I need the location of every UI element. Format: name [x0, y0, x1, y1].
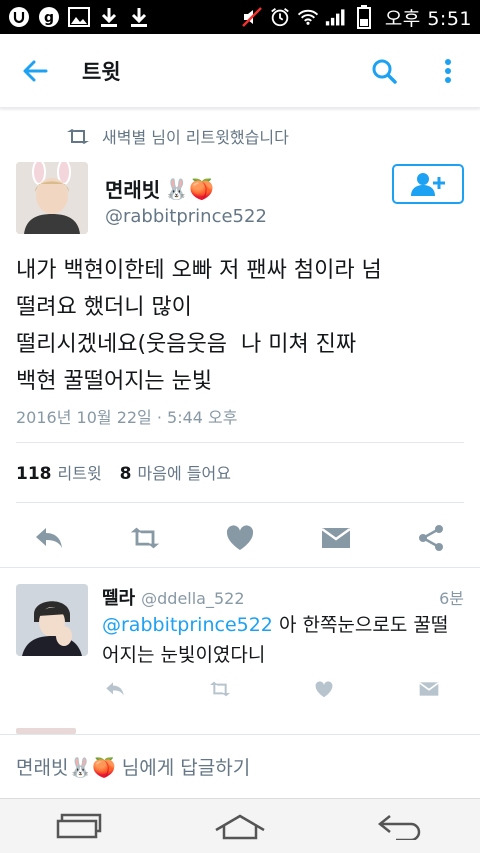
- reply-author-handle[interactable]: @ddella_522: [141, 589, 244, 608]
- arrow-left-icon: [23, 60, 48, 81]
- reply-composer[interactable]: 면래빗🐰🍑 님에게 답글하기: [0, 734, 480, 798]
- author-name[interactable]: 면래빗 🐰🍑: [105, 174, 214, 203]
- page-title: 트윗: [82, 59, 121, 84]
- recent-apps-button[interactable]: [40, 801, 120, 851]
- follow-user-icon: [411, 173, 445, 196]
- reply-mention-link[interactable]: @rabbitprince522: [102, 614, 273, 636]
- retweet-count-label: 리트윗: [57, 464, 102, 483]
- retweet-count[interactable]: 118: [16, 464, 52, 484]
- reply-tweet[interactable]: 뗄라 @ddella_522 6분 @rabbitprince522 아 한쪽눈…: [16, 584, 464, 704]
- author-name-emoji: 🐰🍑: [164, 176, 215, 201]
- retweet-icon: [130, 527, 159, 549]
- envelope-icon: [320, 527, 351, 548]
- author-name-text: 면래빗: [105, 178, 161, 202]
- more-vertical-icon: [445, 58, 451, 83]
- like-button[interactable]: [223, 521, 257, 555]
- svg-text:g: g: [44, 10, 54, 26]
- reply-message-button[interactable]: [416, 678, 442, 700]
- tweet-author: 면래빗 🐰🍑 @rabbitprince522: [16, 162, 464, 236]
- retweet-icon: [209, 681, 230, 697]
- like-count[interactable]: 8: [120, 464, 132, 484]
- back-button[interactable]: [0, 34, 70, 108]
- status-bar: g 오후 5:51: [0, 0, 480, 34]
- retweet-context-text: 새벽별 님이 리트윗했습니다: [102, 128, 289, 147]
- back-arrow-icon: [377, 815, 421, 840]
- heart-icon: [226, 525, 254, 550]
- download-icon-2: [128, 6, 150, 28]
- signal-icon: [325, 6, 347, 28]
- wifi-icon: [297, 6, 319, 28]
- author-avatar[interactable]: [16, 162, 88, 234]
- reply-icon: [36, 528, 62, 548]
- reply-composer-placeholder: 면래빗🐰🍑 님에게 답글하기: [16, 757, 251, 779]
- image-icon: [68, 6, 90, 28]
- follow-button[interactable]: [392, 164, 464, 204]
- reply-like-button[interactable]: [311, 678, 337, 700]
- like-count-label: 마음에 들어요: [137, 464, 231, 483]
- retweet-button[interactable]: [128, 521, 162, 555]
- share-icon: [419, 525, 443, 551]
- reply-reply-button[interactable]: [102, 678, 128, 700]
- reply-text: @rabbitprince522 아 한쪽눈으로도 꿀떨어지는 눈빛이였다니: [102, 610, 464, 670]
- search-button[interactable]: [352, 34, 416, 108]
- reply-header: 뗄라 @ddella_522 6분: [102, 584, 464, 610]
- overflow-menu-button[interactable]: [416, 34, 480, 108]
- system-navigation-bar: [0, 798, 480, 853]
- home-icon: [215, 814, 265, 840]
- heart-icon: [315, 680, 333, 697]
- recent-apps-icon: [56, 813, 102, 839]
- retweet-context: 새벽별 님이 리트윗했습니다: [66, 124, 289, 148]
- app-bar: 트윗: [0, 34, 480, 108]
- alarm-icon: [269, 6, 291, 28]
- envelope-icon: [419, 682, 439, 696]
- download-icon: [98, 6, 120, 28]
- divider: [16, 442, 464, 443]
- reply-retweet-button[interactable]: [207, 678, 233, 700]
- mute-icon: [241, 6, 263, 28]
- u-plus-icon: [8, 6, 30, 28]
- reply-button[interactable]: [32, 521, 66, 555]
- search-icon: [372, 59, 397, 84]
- tweet-actions: [16, 516, 464, 560]
- reply-icon: [106, 682, 124, 696]
- author-handle[interactable]: @rabbitprince522: [105, 206, 267, 227]
- retweet-icon: [67, 129, 89, 144]
- tweet-text: 내가 백현이한테 오빠 저 팬싸 첨이라 넘 떨려요 했더니 많이 떨리시겠네요…: [16, 258, 382, 394]
- share-button[interactable]: [414, 521, 448, 555]
- divider: [16, 502, 464, 503]
- status-time: 오후 5:51: [384, 7, 472, 30]
- back-nav-button[interactable]: [360, 801, 440, 851]
- g-app-icon: g: [38, 6, 60, 28]
- direct-message-button[interactable]: [319, 521, 353, 555]
- tweet-stats: 118 리트윗 8 마음에 들어요: [16, 460, 231, 484]
- battery-icon: [353, 5, 375, 29]
- tweet-timestamp: 2016년 10월 22일 · 5:44 오후: [16, 408, 238, 427]
- reply-time: 6분: [439, 589, 464, 608]
- reply-actions: [102, 678, 442, 700]
- home-button[interactable]: [200, 801, 280, 851]
- section-divider: [0, 567, 480, 568]
- reply-author-avatar[interactable]: [16, 584, 88, 656]
- reply-author-name[interactable]: 뗄라: [102, 584, 135, 610]
